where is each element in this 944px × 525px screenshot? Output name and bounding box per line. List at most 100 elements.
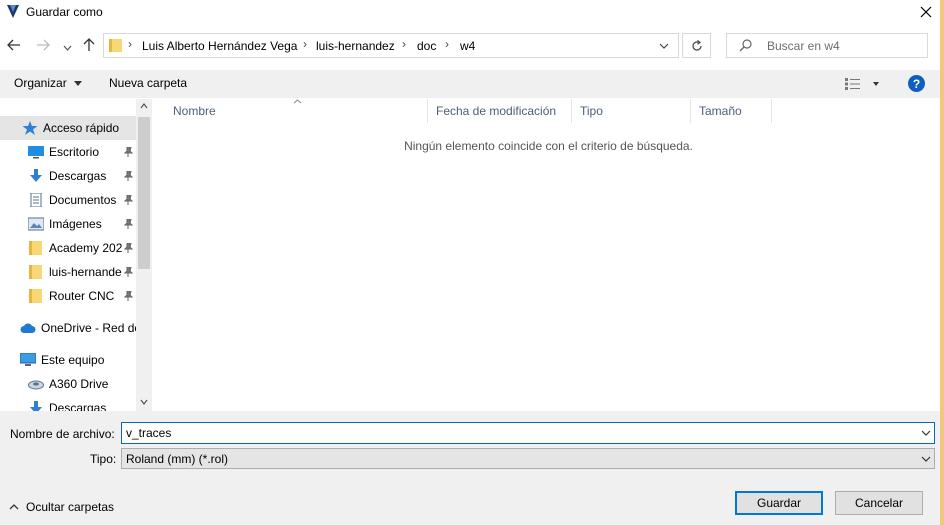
save-form: Nombre de archivo: v_traces Tipo: Roland…: [0, 411, 944, 525]
document-icon: [30, 193, 42, 207]
sidebar-item-label: Academy 202: [49, 241, 123, 255]
sidebar-item-desktop[interactable]: Escritorio: [0, 140, 136, 164]
caret-down-icon: [74, 81, 83, 87]
type-label: Tipo:: [90, 452, 117, 466]
help-icon[interactable]: ?: [908, 75, 925, 92]
filename-label: Nombre de archivo:: [10, 427, 115, 441]
chevron-down-icon: [921, 456, 931, 462]
forward-button[interactable]: [35, 37, 51, 56]
up-button[interactable]: [81, 37, 97, 56]
chevron-up-icon: [9, 504, 19, 510]
recent-locations-button[interactable]: [63, 41, 72, 55]
save-button[interactable]: Guardar: [735, 491, 823, 515]
scroll-up-icon[interactable]: [140, 103, 148, 109]
pin-icon: [124, 171, 133, 181]
pin-icon: [124, 219, 133, 229]
arrow-up-icon: [83, 38, 95, 51]
arrow-left-icon: [7, 39, 20, 51]
sidebar-item-onedrive[interactable]: OneDrive - Red de: [0, 316, 136, 340]
back-button[interactable]: [6, 37, 22, 56]
hide-folders-button[interactable]: Ocultar carpetas: [9, 500, 114, 514]
pin-icon: [124, 267, 133, 277]
folder-icon: [109, 39, 122, 52]
star-icon: [22, 121, 38, 135]
sidebar-item-router-cnc[interactable]: Router CNC: [0, 284, 136, 308]
app-logo-icon: [7, 5, 19, 18]
desktop-icon: [28, 146, 44, 159]
arrow-right-icon: [37, 39, 50, 51]
breadcrumb-separator: ›: [445, 37, 449, 51]
breadcrumb-item[interactable]: doc: [417, 39, 436, 53]
refresh-button[interactable]: [682, 33, 711, 58]
breadcrumb-item[interactable]: w4: [460, 39, 475, 53]
refresh-icon: [691, 39, 702, 51]
sidebar-item-label: Imágenes: [49, 217, 102, 231]
sidebar-item-academy[interactable]: Academy 202: [0, 236, 136, 260]
cloud-icon: [20, 323, 36, 333]
folder-icon: [29, 289, 42, 303]
file-type-select[interactable]: Roland (mm) (*.rol): [121, 448, 935, 469]
organize-button[interactable]: Organizar: [14, 76, 83, 90]
image-icon: [28, 217, 44, 231]
breadcrumb-separator: ›: [128, 37, 132, 51]
organize-label: Organizar: [14, 76, 67, 90]
search-box[interactable]: Buscar en w4: [726, 33, 928, 58]
filename-value: v_traces: [126, 426, 172, 440]
sidebar-item-label: Este equipo: [41, 353, 105, 367]
window-title: Guardar como: [26, 5, 103, 19]
scrollbar-thumb[interactable]: [138, 117, 150, 269]
close-button[interactable]: [912, 0, 940, 24]
sidebar-item-label: Descargas: [49, 169, 107, 183]
pin-icon: [124, 147, 133, 157]
breadcrumb-separator: ›: [303, 37, 307, 51]
chevron-down-icon[interactable]: [659, 43, 669, 50]
sidebar-item-label: Escritorio: [49, 145, 100, 159]
column-header-date[interactable]: Fecha de modificación: [428, 99, 572, 123]
column-header-type[interactable]: Tipo: [572, 99, 691, 123]
sidebar-item-label: Descargas: [49, 401, 107, 411]
sidebar-item-luis-hernandez[interactable]: luis-hernande: [0, 260, 136, 284]
list-view-icon: [845, 78, 879, 90]
chevron-down-icon: [63, 45, 72, 51]
hide-folders-label: Ocultar carpetas: [26, 500, 115, 514]
sidebar-item-label: Acceso rápido: [43, 121, 120, 135]
chevron-down-icon[interactable]: [921, 430, 931, 436]
scroll-down-icon[interactable]: [140, 399, 148, 405]
background-window-edge: [940, 0, 944, 525]
navigation-pane: Acceso rápido Escritorio Descargas Docum…: [0, 99, 152, 411]
sidebar-item-downloads-pc[interactable]: Descargas: [0, 396, 136, 411]
sidebar-item-label: luis-hernande: [49, 265, 122, 279]
sidebar-item-documents[interactable]: Documentos: [0, 188, 136, 212]
folder-icon: [29, 241, 42, 255]
empty-message: Ningún elemento coincide con el criterio…: [404, 139, 693, 153]
sidebar-item-label: A360 Drive: [49, 377, 109, 391]
sidebar-item-quick-access[interactable]: Acceso rápido: [0, 116, 136, 140]
sidebar-item-downloads[interactable]: Descargas: [0, 164, 136, 188]
drive-icon: [28, 380, 44, 390]
search-placeholder: Buscar en w4: [767, 39, 840, 53]
filename-input[interactable]: v_traces: [121, 422, 935, 444]
pin-icon: [124, 291, 133, 301]
breadcrumb-item[interactable]: luis-hernandez: [316, 39, 395, 53]
column-header-size[interactable]: Tamaño: [691, 99, 772, 123]
breadcrumb-item[interactable]: Luis Alberto Hernández Vega: [142, 39, 297, 53]
file-type-value: Roland (mm) (*.rol): [126, 452, 229, 466]
sidebar-item-label: Router CNC: [49, 289, 115, 303]
download-icon: [30, 169, 42, 182]
new-folder-button[interactable]: Nueva carpeta: [109, 76, 187, 90]
view-options-button[interactable]: [845, 78, 879, 93]
title-bar: Guardar como: [0, 0, 944, 24]
address-bar[interactable]: › Luis Alberto Hernández Vega › luis-her…: [103, 33, 679, 58]
folder-icon: [29, 265, 42, 279]
file-list: Nombre Fecha de modificación Tipo Tamaño…: [153, 99, 944, 411]
sidebar-item-a360-drive[interactable]: A360 Drive: [0, 372, 136, 396]
sidebar-item-this-pc[interactable]: Este equipo: [0, 348, 136, 372]
pin-icon: [124, 243, 133, 253]
cancel-button[interactable]: Cancelar: [835, 491, 923, 515]
search-icon: [739, 39, 752, 52]
close-icon: [920, 6, 932, 18]
sidebar-item-label: OneDrive - Red de: [41, 321, 136, 335]
pin-icon: [124, 195, 133, 205]
sidebar-item-images[interactable]: Imágenes: [0, 212, 136, 236]
column-header-name[interactable]: Nombre: [165, 99, 428, 123]
